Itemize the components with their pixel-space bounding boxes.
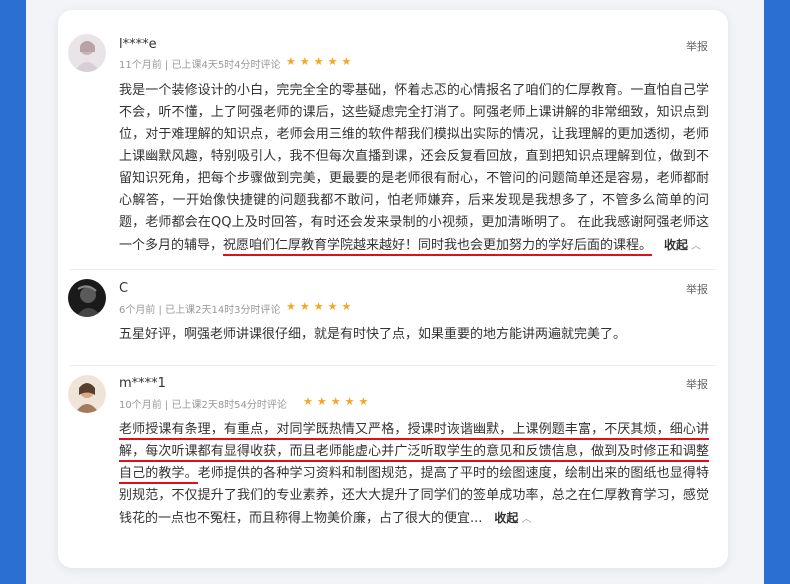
rating-stars: ★★★★★ — [286, 55, 356, 68]
username: l****e — [119, 37, 157, 52]
collapse-label: 收起 — [494, 511, 519, 525]
avatar[interactable] — [68, 375, 106, 413]
review-text-plain: 我是一个装修设计的小白，完完全全的零基础，怀着忐忑的心情报名了咱们的仁厚教育。一… — [119, 83, 709, 253]
rating-stars: ★★★★★ — [286, 300, 356, 313]
report-button[interactable]: 举报 — [686, 281, 708, 297]
username: C — [119, 281, 129, 296]
username: m****1 — [119, 376, 166, 391]
report-button[interactable]: 举报 — [686, 376, 708, 392]
left-blue-edge — [0, 0, 26, 584]
review-meta: 6个月前 | 已上课2天14时3分时评论 — [119, 305, 281, 316]
avatar[interactable] — [68, 279, 106, 317]
collapse-button[interactable]: 收起 ︿ — [664, 238, 701, 252]
rating-stars: ★★★★★ — [303, 395, 373, 408]
review-text: 我是一个装修设计的小白，完完全全的零基础，怀着忐忑的心情报名了咱们的仁厚教育。一… — [119, 80, 709, 258]
review-text: 五星好评，啊强老师讲课很仔细，就是有时快了点，如果重要的地方能讲两遍就完美了。 — [119, 324, 709, 346]
review-meta: 10个月前 | 已上课2天8时54分时评论 — [119, 400, 287, 411]
right-blue-edge — [764, 0, 790, 584]
collapse-label: 收起 — [664, 238, 689, 252]
report-button[interactable]: 举报 — [686, 38, 708, 54]
review-text: 老师授课有条理，有重点，对同学既热情又严格，授课时诙谐幽默，上课例题丰富，不厌其… — [119, 419, 709, 531]
review-meta: 11个月前 | 已上课4天5时4分时评论 — [119, 60, 281, 71]
chevron-up-icon: ︿ — [521, 514, 532, 525]
collapse-button[interactable]: 收起 ︿ — [494, 511, 531, 525]
divider — [70, 269, 716, 270]
avatar[interactable] — [68, 34, 106, 72]
review-text-plain: 老师提供的各种学习资料和制图规范，提高了平时的绘图速度，绘制出来的图纸也显得特别… — [119, 466, 709, 526]
review-text-highlight: 祝愿咱们仁厚教育学院越来越好！同时我也会更加努力的学好后面的课程。 — [223, 238, 653, 256]
chevron-up-icon: ︿ — [691, 241, 702, 252]
review-text-plain: 五星好评，啊强老师讲课很仔细，就是有时快了点，如果重要的地方能讲两遍就完美了。 — [119, 327, 627, 342]
divider — [70, 365, 716, 366]
reviews-card: l****e 11个月前 | 已上课4天5时4分时评论 ★★★★★ 举报 我是一… — [58, 10, 728, 568]
